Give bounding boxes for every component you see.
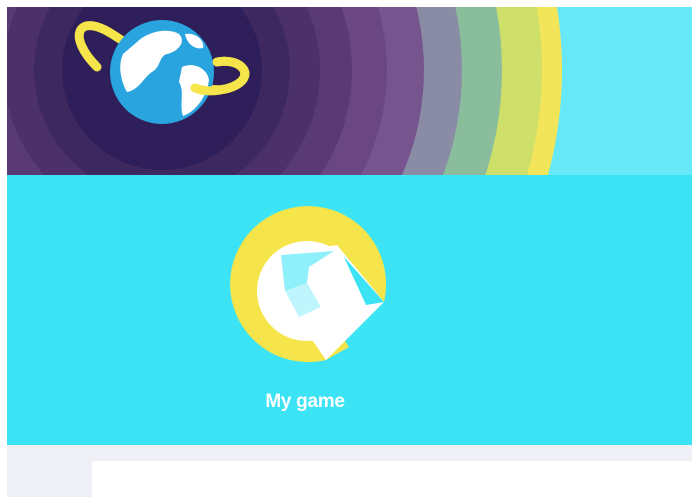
content-area [7,445,692,497]
game-panel: My game [7,175,692,445]
game-logo-icon [230,206,387,363]
game-tile[interactable]: My game [207,195,403,415]
globe-orbit-icon [74,20,250,124]
header-banner [7,7,692,175]
content-card [92,461,692,497]
game-title: My game [265,391,345,412]
page: My game [0,0,692,497]
